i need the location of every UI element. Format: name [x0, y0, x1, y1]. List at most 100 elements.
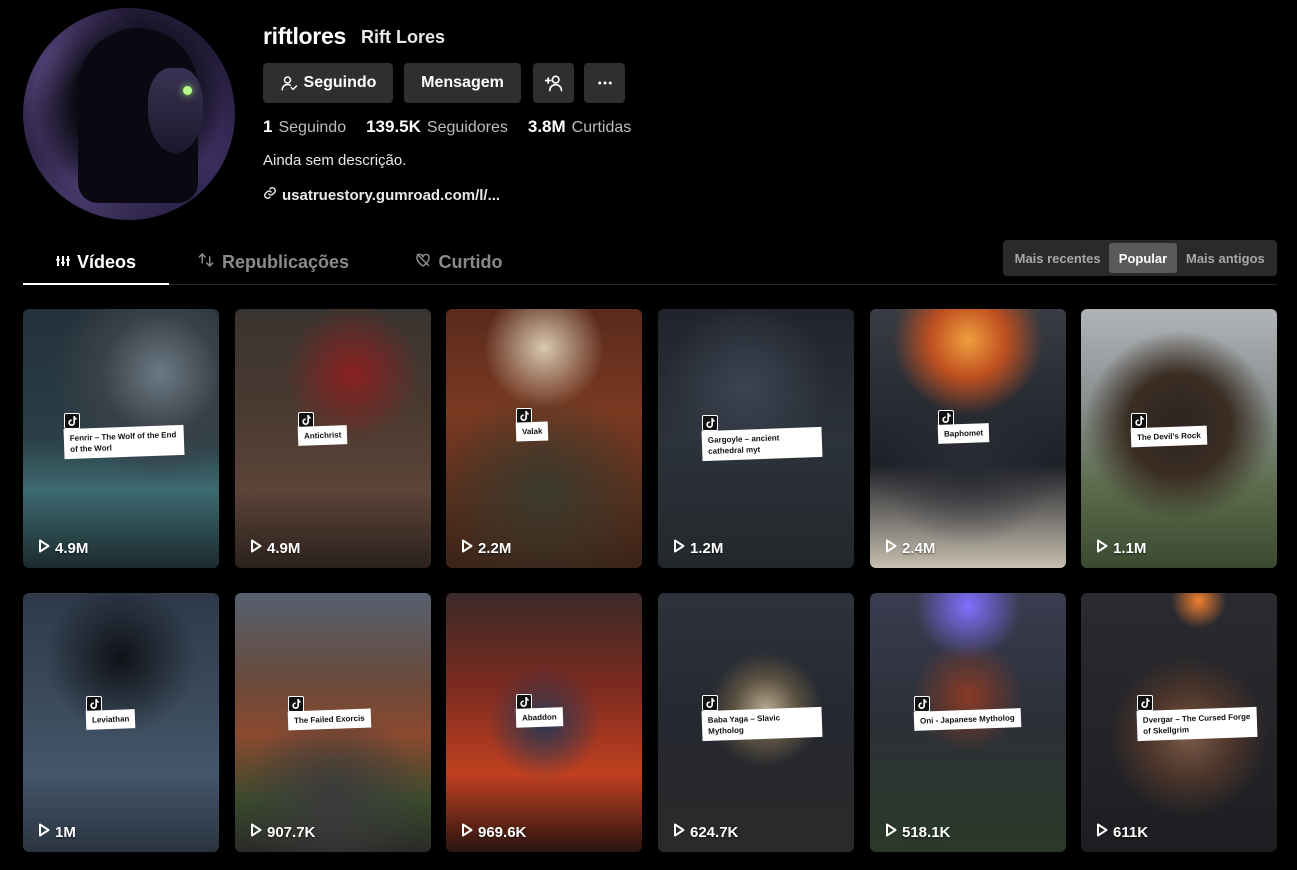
play-icon [38, 823, 50, 841]
video-title-sticker: Leviathan [85, 709, 136, 730]
profile-link[interactable]: usatruestory.gumroad.com/l/... [263, 186, 500, 204]
sort-latest[interactable]: Mais recentes [1006, 243, 1109, 273]
following-button-label: Seguindo [303, 74, 377, 91]
video-view-count: 1M [38, 823, 76, 841]
video-card[interactable]: Oni - Japanese Mytholog 518.1K [870, 593, 1066, 852]
video-view-count-value: 611K [1113, 823, 1149, 841]
stat-likes-value: 3.8M [527, 117, 566, 136]
more-options-button[interactable] [584, 63, 625, 103]
stat-followers-value: 139.5K [366, 117, 421, 136]
tiktok-logo-icon [914, 696, 930, 712]
video-view-count-value: 518.1K [902, 823, 951, 841]
add-user-icon [544, 73, 564, 93]
play-icon [461, 539, 473, 557]
video-card[interactable]: The Failed Exorcis 907.7K [235, 593, 431, 852]
tiktok-logo-icon [288, 696, 304, 712]
tab-videos[interactable]: Vídeos [23, 240, 169, 285]
profile-bio: Ainda sem descrição. [263, 152, 407, 169]
play-icon [38, 539, 50, 557]
video-card[interactable]: Valak 2.2M [446, 309, 642, 568]
video-card[interactable]: Baphomet 2.4M [870, 309, 1066, 568]
play-icon [673, 823, 685, 841]
video-view-count: 969.6K [461, 823, 526, 841]
profile-stats: 1 Seguindo 139.5K Seguidores 3.8M Curtid… [263, 117, 631, 137]
sort-toggle: Mais recentes Popular Mais antigos [1003, 240, 1277, 276]
video-card[interactable]: Gargoyle – ancient cathedral myt 1.2M [658, 309, 854, 568]
video-card[interactable]: Antichrist 4.9M [235, 309, 431, 568]
tiktok-logo-icon [64, 413, 80, 429]
video-title-sticker: The Devil's Rock [1130, 425, 1208, 448]
play-icon [1096, 539, 1108, 557]
profile-nickname: Rift Lores [361, 27, 446, 47]
repost-icon [197, 251, 215, 274]
stat-followers[interactable]: 139.5K Seguidores [366, 117, 508, 137]
play-icon [1096, 823, 1108, 841]
video-card[interactable]: Dvergar – The Cursed Forge of Skellgrim 6… [1081, 593, 1277, 852]
video-view-count-value: 2.4M [902, 539, 936, 557]
tiktok-logo-icon [702, 415, 718, 431]
play-icon [250, 539, 262, 557]
video-view-count: 907.7K [250, 823, 315, 841]
grid-icon [55, 252, 70, 273]
sort-popular[interactable]: Popular [1109, 243, 1177, 273]
ellipsis-icon [596, 74, 614, 92]
video-view-count-value: 1.1M [1113, 539, 1147, 557]
video-view-count-value: 4.9M [267, 539, 301, 557]
play-icon [250, 823, 262, 841]
video-view-count-value: 969.6K [478, 823, 527, 841]
video-title-sticker: Gargoyle – ancient cathedral myt [701, 426, 823, 462]
tab-liked[interactable]: Curtido [403, 240, 513, 284]
stat-following-value: 1 [263, 117, 273, 136]
tab-reposts-label: Republicações [221, 251, 350, 272]
video-view-count-value: 907.7K [267, 823, 316, 841]
stat-following[interactable]: 1 Seguindo [263, 117, 346, 137]
hidden-heart-icon [414, 251, 432, 274]
video-view-count-value: 2.2M [478, 539, 512, 557]
video-view-count: 1.1M [1096, 539, 1146, 557]
tab-reposts[interactable]: Republicações [193, 240, 353, 284]
following-button[interactable]: Seguindo [263, 63, 393, 103]
video-title-sticker: Abaddon [515, 707, 563, 728]
stat-likes-label: Curtidas [571, 119, 632, 136]
video-title-sticker: Valak [515, 421, 549, 442]
avatar-eye-glow [183, 86, 192, 95]
message-button[interactable]: Mensagem [404, 63, 521, 103]
tiktok-logo-icon [1131, 413, 1147, 429]
avatar-face-shape [148, 68, 203, 153]
link-icon [263, 186, 277, 204]
user-check-icon [280, 74, 298, 92]
suggest-accounts-button[interactable] [533, 63, 574, 103]
stat-following-label: Seguindo [278, 119, 347, 136]
play-icon [885, 823, 897, 841]
profile-username: riftlores [263, 23, 346, 49]
tiktok-logo-icon [1137, 695, 1153, 711]
video-card[interactable]: Baba Yaga – Slavic Mytholog 624.7K [658, 593, 854, 852]
video-card[interactable]: Leviathan 1M [23, 593, 219, 852]
video-view-count: 4.9M [250, 539, 300, 557]
sort-oldest[interactable]: Mais antigos [1177, 243, 1274, 273]
video-title-sticker: The Failed Exorcis [287, 708, 372, 731]
stat-followers-label: Seguidores [426, 119, 508, 136]
video-view-count: 2.2M [461, 539, 511, 557]
tab-liked-label: Curtido [438, 251, 503, 272]
message-button-label: Mensagem [421, 74, 504, 91]
play-icon [885, 539, 897, 557]
video-view-count: 518.1K [885, 823, 950, 841]
video-view-count-value: 624.7K [690, 823, 739, 841]
video-card[interactable]: The Devil's Rock 1.1M [1081, 309, 1277, 568]
video-card[interactable]: Fenrir – The Wolf of the End of the Worl… [23, 309, 219, 568]
video-view-count: 2.4M [885, 539, 935, 557]
video-view-count-value: 4.9M [55, 539, 89, 557]
video-view-count: 4.9M [38, 539, 88, 557]
video-view-count-value: 1.2M [690, 539, 724, 557]
tiktok-logo-icon [702, 695, 718, 711]
stat-likes: 3.8M Curtidas [528, 117, 631, 137]
video-card[interactable]: Abaddon 969.6K [446, 593, 642, 852]
play-icon [673, 539, 685, 557]
tab-videos-label: Vídeos [76, 251, 137, 272]
profile-link-text: usatruestory.gumroad.com/l/... [282, 186, 501, 204]
profile-avatar[interactable] [23, 8, 235, 220]
video-view-count-value: 1M [55, 823, 76, 841]
video-title-sticker: Antichrist [297, 425, 348, 446]
video-view-count: 1.2M [673, 539, 723, 557]
